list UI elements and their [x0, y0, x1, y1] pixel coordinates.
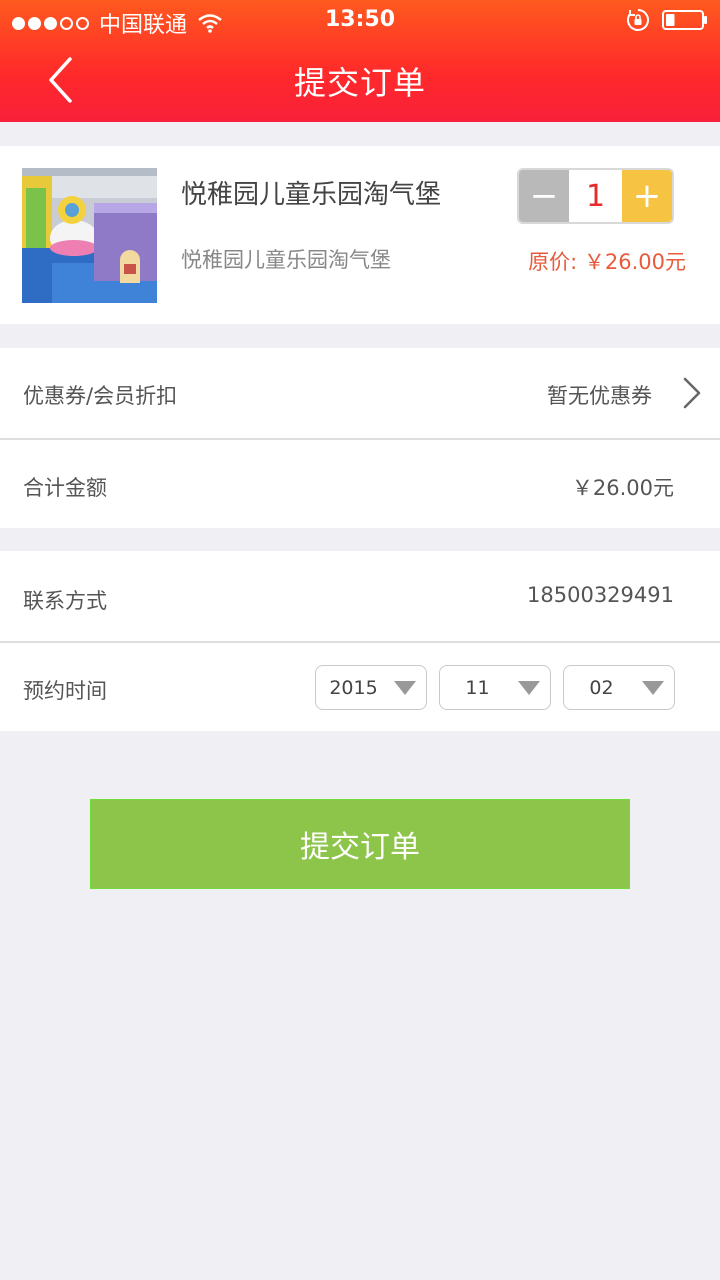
header: 中国联通 13:50 提交订单: [0, 0, 720, 122]
contact-phone[interactable]: 18500329491: [527, 583, 674, 607]
coupon-label: 优惠券/会员折扣: [23, 384, 178, 408]
total-value: ￥26.00元: [571, 476, 674, 500]
decrease-quantity-button[interactable]: −: [519, 170, 569, 222]
page-title: 提交订单: [293, 64, 426, 102]
contact-row[interactable]: 联系方式 18500329491: [0, 551, 720, 641]
caret-down-icon: [518, 681, 540, 695]
status-bar: 中国联通 13:50: [0, 0, 720, 40]
status-time: 13:50: [324, 7, 396, 32]
chevron-right-icon: [683, 377, 701, 409]
rotation-lock-icon: [627, 9, 649, 31]
quantity-value[interactable]: 1: [569, 170, 622, 222]
day-select[interactable]: 02: [563, 665, 675, 710]
product-image[interactable]: [22, 168, 157, 303]
contact-label: 联系方式: [23, 589, 107, 613]
quantity-stepper: − 1 +: [517, 168, 674, 224]
caret-down-icon: [394, 681, 416, 695]
status-right: [626, 8, 708, 32]
year-value: 2015: [329, 677, 378, 699]
original-price-value: ￥26.00元: [583, 250, 686, 274]
product-subtitle: 悦稚园儿童乐园淘气堡: [181, 248, 391, 272]
submit-order-button[interactable]: 提交订单: [90, 799, 630, 889]
month-select[interactable]: 11: [439, 665, 551, 710]
booking-time-label: 预约时间: [23, 679, 107, 703]
product-name: 悦稚园儿童乐园淘气堡: [181, 180, 442, 210]
year-select[interactable]: 2015: [315, 665, 427, 710]
caret-down-icon: [642, 681, 664, 695]
day-value: 02: [589, 677, 614, 699]
total-row: 合计金额 ￥26.00元: [0, 440, 720, 528]
increase-quantity-button[interactable]: +: [622, 170, 672, 222]
original-price-label: 原价:: [528, 250, 578, 274]
original-price: 原价: ￥26.00元: [528, 246, 686, 276]
coupon-row[interactable]: 优惠券/会员折扣 暂无优惠券: [0, 348, 720, 438]
nav-bar: 提交订单: [0, 40, 720, 122]
month-value: 11: [465, 677, 490, 699]
battery-icon: [662, 10, 707, 30]
coupon-value: 暂无优惠券: [547, 384, 652, 408]
product-card: 悦稚园儿童乐园淘气堡 悦稚园儿童乐园淘气堡 − 1 + 原价: ￥26.00元: [0, 146, 720, 324]
total-label: 合计金额: [23, 476, 107, 500]
booking-time-row: 预约时间 2015 11 02: [0, 643, 720, 731]
